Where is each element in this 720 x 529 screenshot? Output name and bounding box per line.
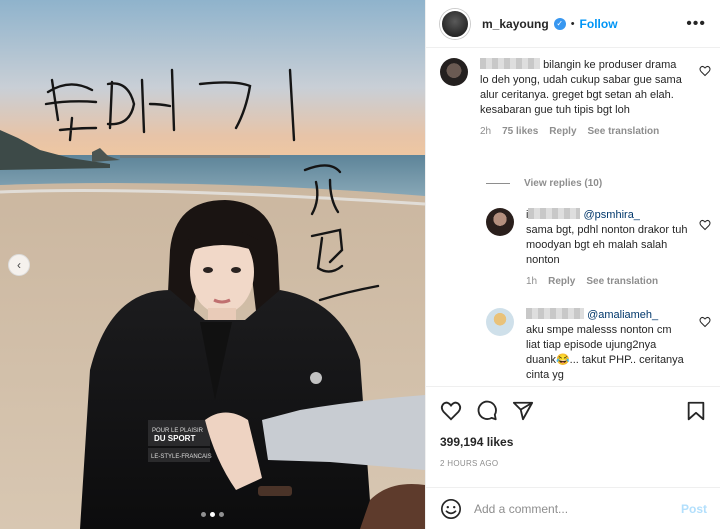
share-icon[interactable] xyxy=(512,400,534,422)
comment-body: bilangin ke produser drama lo deh yong, … xyxy=(480,58,685,139)
reply-button[interactable]: Reply xyxy=(549,124,576,139)
username-link[interactable]: m_kayoung xyxy=(482,17,549,31)
mention-link[interactable]: @amaliameh_ xyxy=(587,309,658,321)
svg-text:LE-STYLE-FRANCAIS: LE-STYLE-FRANCAIS xyxy=(151,454,212,460)
reply-item: @amaliameh_ aku smpe malesss nonton cm l… xyxy=(486,308,696,383)
comment-likes-link[interactable]: 75 likes xyxy=(502,124,538,139)
follow-button[interactable]: Follow xyxy=(580,17,618,31)
post-photo[interactable]: POUR LE PLAISIR DU SPORT LE-STYLE-FRANCA… xyxy=(0,0,425,529)
action-icons xyxy=(440,399,707,423)
comment-icon[interactable] xyxy=(476,400,498,422)
save-icon[interactable] xyxy=(685,400,707,422)
svg-text:DU SPORT: DU SPORT xyxy=(154,434,195,443)
carousel-dot xyxy=(219,512,224,517)
post-header: m_kayoung ✓ • Follow ••• xyxy=(426,0,720,48)
previous-slide-button[interactable]: ‹ xyxy=(8,254,30,276)
post-actions: 399,194 likes 2 HOURS AGO xyxy=(426,386,720,468)
heart-icon[interactable] xyxy=(699,219,711,231)
post-timestamp: 2 HOURS AGO xyxy=(440,459,499,468)
reply-body: i @psmhira_ sama bgt, pdhl nonton drakor… xyxy=(526,208,688,289)
reply-body: @amaliameh_ aku smpe malesss nonton cm l… xyxy=(526,308,688,383)
heart-icon[interactable] xyxy=(699,316,711,328)
heart-icon[interactable] xyxy=(440,400,462,422)
avatar[interactable] xyxy=(440,58,468,86)
reply-button[interactable]: Reply xyxy=(548,274,575,289)
emoji-icon[interactable] xyxy=(440,498,462,520)
carousel-dot xyxy=(201,512,206,517)
add-comment-bar: Post xyxy=(426,487,720,529)
carousel-dots xyxy=(0,512,425,517)
likes-count[interactable]: 399,194 likes xyxy=(440,435,707,449)
reply-meta: 1h Reply See translation xyxy=(526,274,688,289)
avatar[interactable] xyxy=(486,308,514,336)
post-comment-button[interactable]: Post xyxy=(681,502,707,516)
reply-text: aku smpe malesss nonton cm liat tiap epi… xyxy=(526,324,684,381)
verified-icon: ✓ xyxy=(553,17,566,30)
add-comment-input[interactable] xyxy=(474,501,681,516)
replies-divider xyxy=(486,183,510,184)
comment-time: 2h xyxy=(480,126,492,137)
header-separator: • xyxy=(570,17,575,30)
comments-list[interactable]: bilangin ke produser drama lo deh yong, … xyxy=(426,48,720,386)
comment-meta: 2h 75 likes Reply See translation xyxy=(480,124,685,139)
more-options-button[interactable]: ••• xyxy=(686,15,706,33)
comment-item: bilangin ke produser drama lo deh yong, … xyxy=(440,58,695,139)
avatar[interactable] xyxy=(440,8,470,39)
blurred-username xyxy=(526,308,584,319)
blurred-username xyxy=(528,208,581,219)
mention-link[interactable]: @psmhira_ xyxy=(584,209,640,221)
heart-icon[interactable] xyxy=(699,65,711,77)
chevron-left-icon: ‹ xyxy=(17,258,21,272)
blurred-username xyxy=(480,58,540,69)
see-translation-button[interactable]: See translation xyxy=(586,274,658,289)
post-details-panel: m_kayoung ✓ • Follow ••• bilangin ke pro… xyxy=(425,0,720,529)
reply-time: 1h xyxy=(526,276,538,287)
avatar[interactable] xyxy=(486,208,514,236)
carousel-dot-active xyxy=(210,512,215,517)
photo-image: POUR LE PLAISIR DU SPORT LE-STYLE-FRANCA… xyxy=(0,0,425,529)
see-translation-button[interactable]: See translation xyxy=(588,124,660,139)
reply-text: sama bgt, pdhl nonton drakor tuh moodyan… xyxy=(526,224,688,266)
view-replies-button[interactable]: View replies (10) xyxy=(486,178,602,189)
reply-item: i @psmhira_ sama bgt, pdhl nonton drakor… xyxy=(486,208,696,289)
view-replies-label: View replies (10) xyxy=(524,178,603,189)
